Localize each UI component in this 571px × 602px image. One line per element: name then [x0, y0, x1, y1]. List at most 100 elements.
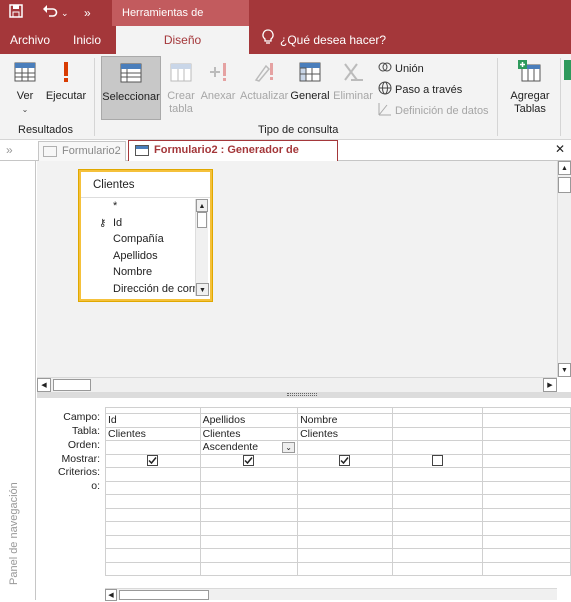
grid-cell[interactable]: [481, 521, 571, 536]
campo-cell[interactable]: Nombre: [297, 413, 393, 428]
actualizar-button[interactable]: Actualizar: [240, 60, 288, 103]
tabla-cell[interactable]: [481, 426, 571, 441]
show-checkbox[interactable]: [339, 455, 351, 467]
grid-cell[interactable]: [391, 494, 483, 509]
vertical-scrollbar[interactable]: ▲ ▼: [557, 161, 571, 377]
orden-cell[interactable]: [481, 440, 571, 455]
scroll-left-icon[interactable]: ◀: [105, 589, 117, 601]
chevron-down-icon[interactable]: ⌄: [282, 442, 296, 453]
horizontal-scrollbar[interactable]: ◀ ▶: [37, 377, 557, 392]
list-item[interactable]: *: [91, 198, 196, 215]
general-button[interactable]: General: [290, 60, 330, 103]
grid-cell[interactable]: [105, 534, 201, 549]
tabla-cell[interactable]: Clientes: [199, 426, 299, 441]
grid-cell[interactable]: [391, 534, 483, 549]
mostrar-cell[interactable]: [481, 453, 571, 468]
navigation-pane[interactable]: Panel de navegación: [0, 161, 36, 600]
tell-me-search[interactable]: ¿Qué desea hacer?: [262, 26, 386, 55]
campo-cell[interactable]: [481, 413, 571, 428]
grid-cell[interactable]: [105, 521, 201, 536]
scroll-thumb[interactable]: [197, 212, 207, 228]
grid-cell[interactable]: [199, 521, 299, 536]
criterios-cell[interactable]: [297, 467, 393, 482]
table-field-list[interactable]: Clientes * ⚷ Id Compañía Apellidos Nombre…: [79, 170, 212, 301]
campo-cell[interactable]: Id: [105, 413, 201, 428]
union-button[interactable]: Unión: [378, 61, 424, 77]
scroll-thumb[interactable]: [558, 177, 571, 193]
anexar-button[interactable]: Anexar: [200, 60, 236, 103]
grid-cell[interactable]: [199, 561, 299, 576]
seleccionar-button[interactable]: Seleccionar: [101, 56, 161, 120]
o-cell[interactable]: [391, 480, 483, 495]
agregar-tablas-button[interactable]: Agregar Tablas: [505, 60, 555, 116]
list-item[interactable]: Dirección de corr: [91, 281, 196, 298]
show-checkbox[interactable]: [147, 455, 159, 467]
o-cell[interactable]: [199, 480, 299, 495]
tab-inicio[interactable]: Inicio: [73, 26, 101, 54]
grid-cell[interactable]: [297, 534, 393, 549]
scroll-down-icon[interactable]: ▼: [558, 363, 571, 377]
tabla-cell[interactable]: Clientes: [105, 426, 201, 441]
tab-archivo[interactable]: Archivo: [10, 26, 50, 54]
show-checkbox[interactable]: [243, 455, 255, 467]
orden-cell[interactable]: [105, 440, 201, 455]
more-commands-icon[interactable]: »: [84, 3, 91, 23]
orden-cell[interactable]: [391, 440, 483, 455]
grid-horizontal-scrollbar[interactable]: ◀: [105, 588, 557, 601]
grid-cell[interactable]: [481, 548, 571, 563]
grid-cell[interactable]: [391, 521, 483, 536]
grid-cell[interactable]: [297, 521, 393, 536]
grid-cell[interactable]: [297, 561, 393, 576]
list-item[interactable]: ⚷ Id: [91, 215, 196, 232]
grid-cell[interactable]: [105, 507, 201, 522]
grid-cell[interactable]: [105, 494, 201, 509]
grid-cell[interactable]: [199, 494, 299, 509]
nav-expand-icon[interactable]: »: [6, 143, 13, 157]
scroll-right-icon[interactable]: ▶: [543, 378, 557, 392]
grid-cell[interactable]: [297, 548, 393, 563]
show-checkbox[interactable]: [431, 455, 443, 467]
criterios-cell[interactable]: [199, 467, 299, 482]
tab-diseno[interactable]: Diseño: [116, 26, 249, 54]
campo-cell[interactable]: [391, 413, 483, 428]
grid-cell[interactable]: [199, 548, 299, 563]
list-item[interactable]: Apellidos: [91, 248, 196, 265]
ver-button[interactable]: Ver ⌄: [10, 60, 40, 116]
doc-tab-formulario2[interactable]: Formulario2: [38, 141, 126, 161]
save-icon[interactable]: [8, 3, 24, 23]
criterios-cell[interactable]: [391, 467, 483, 482]
scroll-up-icon[interactable]: ▲: [558, 161, 571, 175]
grid-cell[interactable]: [481, 507, 571, 522]
scroll-up-icon[interactable]: ▲: [196, 199, 208, 212]
grid-cell[interactable]: [391, 507, 483, 522]
grid-cell[interactable]: [391, 561, 483, 576]
o-cell[interactable]: [105, 480, 201, 495]
criterios-cell[interactable]: [481, 467, 571, 482]
list-item[interactable]: Compañía: [91, 231, 196, 248]
doc-tab-query-builder[interactable]: Formulario2 : Generador de consultas: [128, 140, 338, 175]
campo-cell[interactable]: Apellidos: [199, 413, 299, 428]
grid-cell[interactable]: [481, 561, 571, 576]
grid-cell[interactable]: [391, 548, 483, 563]
tabla-cell[interactable]: [391, 426, 483, 441]
scroll-down-icon[interactable]: ▼: [196, 283, 209, 296]
o-cell[interactable]: [481, 480, 571, 495]
crear-tabla-button[interactable]: Crear tabla: [166, 60, 196, 116]
field-list-scrollbar[interactable]: ▲ ▼: [195, 199, 209, 296]
grid-cell[interactable]: [481, 534, 571, 549]
scroll-left-icon[interactable]: ◀: [37, 378, 51, 392]
grid-cell[interactable]: [481, 494, 571, 509]
grid-cell[interactable]: [297, 494, 393, 509]
grid-cell[interactable]: [199, 507, 299, 522]
ejecutar-button[interactable]: Ejecutar: [45, 60, 87, 103]
grid-cell[interactable]: [199, 534, 299, 549]
o-cell[interactable]: [297, 480, 393, 495]
scroll-thumb[interactable]: [119, 590, 209, 600]
tabla-cell[interactable]: Clientes: [297, 426, 393, 441]
undo-icon[interactable]: [42, 3, 58, 23]
orden-cell[interactable]: [297, 440, 393, 455]
undo-dropdown-icon[interactable]: ⌄: [61, 3, 69, 23]
eliminar-button[interactable]: Eliminar: [332, 60, 374, 103]
scroll-thumb[interactable]: [53, 379, 91, 391]
grid-cell[interactable]: [297, 507, 393, 522]
